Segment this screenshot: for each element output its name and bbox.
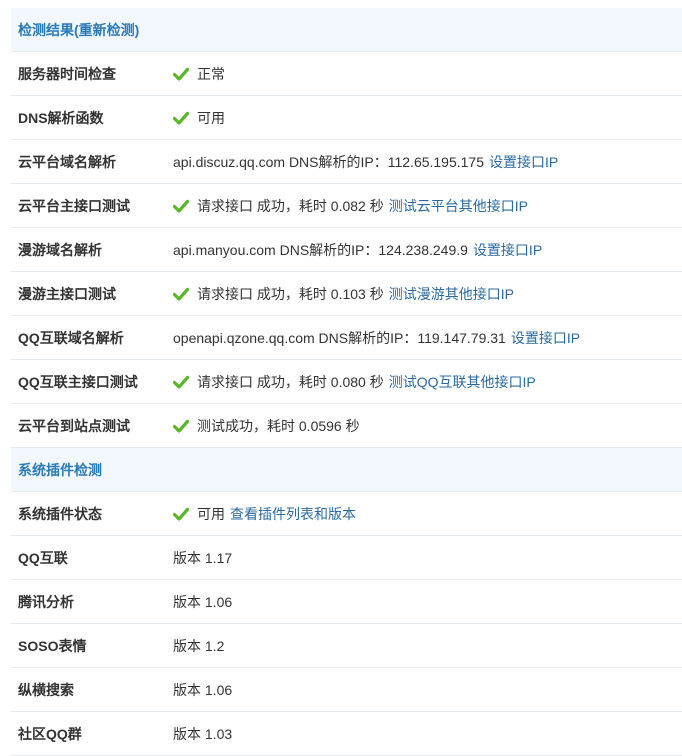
- action-link[interactable]: 测试漫游其他接口IP: [389, 284, 514, 304]
- row-label: 云平台到站点测试: [18, 417, 130, 434]
- row-label: DNS解析函数: [18, 109, 104, 126]
- check-icon: [172, 111, 190, 125]
- row-plugin-status: 系统插件状态 可用 查看插件列表和版本: [11, 492, 682, 536]
- status-text: 可用: [197, 505, 225, 522]
- status-text: 版本 1.17: [173, 549, 233, 566]
- row-label: 社区QQ群: [18, 725, 82, 742]
- check-icon: [172, 199, 190, 213]
- row-value: 可用 查看插件列表和版本: [172, 504, 356, 524]
- row-label: 云平台主接口测试: [18, 197, 130, 214]
- action-link[interactable]: 测试云平台其他接口IP: [389, 196, 528, 216]
- row-value: 版本 1.06: [173, 592, 232, 612]
- row-label: 漫游主接口测试: [18, 285, 116, 302]
- status-text: 请求接口 成功，耗时 0.080 秒: [197, 373, 384, 390]
- diagnostics-panel: 检测结果(重新检测) 服务器时间检查 正常 DNS解析函数 可用 云平台域名解析 api.d…: [11, 8, 682, 756]
- check-icon: [172, 67, 190, 81]
- action-link[interactable]: 测试QQ互联其他接口IP: [389, 372, 536, 392]
- row-label: 系统插件状态: [18, 505, 102, 522]
- row-value: openapi.qzone.qq.com DNS解析的IP：119.147.79…: [173, 328, 580, 348]
- row-dns-function: DNS解析函数 可用: [11, 96, 682, 140]
- status-text: api.discuz.qq.com DNS解析的IP：112.65.195.17…: [173, 153, 485, 170]
- status-text: 版本 1.03: [173, 725, 233, 742]
- action-link[interactable]: 设置接口IP: [489, 152, 558, 172]
- status-text: 测试成功，耗时 0.0596 秒: [197, 417, 360, 434]
- status-text: 版本 1.06: [173, 593, 233, 610]
- action-link[interactable]: 设置接口IP: [473, 240, 542, 260]
- row-label: QQ互联域名解析: [18, 329, 124, 346]
- section-header[interactable]: 检测结果(重新检测): [11, 8, 682, 52]
- row-qq-connect-domain: QQ互联域名解析 openapi.qzone.qq.com DNS解析的IP：11…: [11, 316, 682, 360]
- row-value: 版本 1.2: [173, 636, 224, 656]
- check-icon: [172, 419, 190, 433]
- row-value: 版本 1.03: [173, 724, 232, 744]
- row-soso-emoji: SOSO表情 版本 1.2: [11, 624, 682, 668]
- status-text: 版本 1.2: [173, 637, 225, 654]
- action-link[interactable]: 查看插件列表和版本: [230, 504, 356, 524]
- row-tencent-analysis: 腾讯分析 版本 1.06: [11, 580, 682, 624]
- row-qq-connect-main-api: QQ互联主接口测试 请求接口 成功，耗时 0.080 秒测试QQ互联其他接口IP: [11, 360, 682, 404]
- row-cloud-main-api: 云平台主接口测试 请求接口 成功，耗时 0.082 秒测试云平台其他接口IP: [11, 184, 682, 228]
- row-label: QQ互联主接口测试: [18, 373, 138, 390]
- row-community-qq-group: 社区QQ群 版本 1.03: [11, 712, 682, 756]
- status-text: 版本 1.06: [173, 681, 233, 698]
- status-text: 请求接口 成功，耗时 0.082 秒: [197, 197, 384, 214]
- row-cloud-to-site: 云平台到站点测试 测试成功，耗时 0.0596 秒: [11, 404, 682, 448]
- row-value: 版本 1.06: [173, 680, 232, 700]
- status-text: openapi.qzone.qq.com DNS解析的IP：119.147.79…: [173, 329, 506, 346]
- row-value: 请求接口 成功，耗时 0.080 秒测试QQ互联其他接口IP: [172, 372, 536, 392]
- status-text: 可用: [197, 109, 225, 126]
- status-text: 正常: [197, 65, 225, 82]
- check-icon: [172, 375, 190, 389]
- row-value: api.manyou.com DNS解析的IP：124.238.249.9 设置接…: [173, 240, 542, 260]
- status-text: api.manyou.com DNS解析的IP：124.238.249.9: [173, 241, 468, 258]
- row-label: SOSO表情: [18, 637, 87, 654]
- row-label: 纵横搜索: [18, 681, 74, 698]
- row-value: 正常: [172, 64, 225, 84]
- status-text: 请求接口 成功，耗时 0.103 秒: [197, 285, 384, 302]
- row-label: 漫游域名解析: [18, 241, 102, 258]
- row-label: 腾讯分析: [18, 593, 74, 610]
- check-icon: [172, 287, 190, 301]
- row-value: 版本 1.17: [173, 548, 232, 568]
- row-cloud-domain: 云平台域名解析 api.discuz.qq.com DNS解析的IP：112.65…: [11, 140, 682, 184]
- row-manyou-domain: 漫游域名解析 api.manyou.com DNS解析的IP：124.238.24…: [11, 228, 682, 272]
- row-value: api.discuz.qq.com DNS解析的IP：112.65.195.17…: [173, 152, 558, 172]
- row-server-time-check: 服务器时间检查 正常: [11, 52, 682, 96]
- action-link[interactable]: 设置接口IP: [511, 328, 580, 348]
- row-value: 测试成功，耗时 0.0596 秒: [172, 416, 360, 436]
- row-label: 服务器时间检查: [18, 65, 116, 82]
- row-manyou-main-api: 漫游主接口测试 请求接口 成功，耗时 0.103 秒测试漫游其他接口IP: [11, 272, 682, 316]
- row-zongheng-search: 纵横搜索 版本 1.06: [11, 668, 682, 712]
- row-label: 云平台域名解析: [18, 153, 116, 170]
- row-value: 请求接口 成功，耗时 0.082 秒测试云平台其他接口IP: [172, 196, 528, 216]
- row-qq-connect: QQ互联 版本 1.17: [11, 536, 682, 580]
- row-value: 可用: [172, 108, 225, 128]
- section-header: 系统插件检测: [11, 448, 682, 492]
- check-icon: [172, 507, 190, 521]
- row-value: 请求接口 成功，耗时 0.103 秒测试漫游其他接口IP: [172, 284, 514, 304]
- row-label: QQ互联: [18, 549, 68, 566]
